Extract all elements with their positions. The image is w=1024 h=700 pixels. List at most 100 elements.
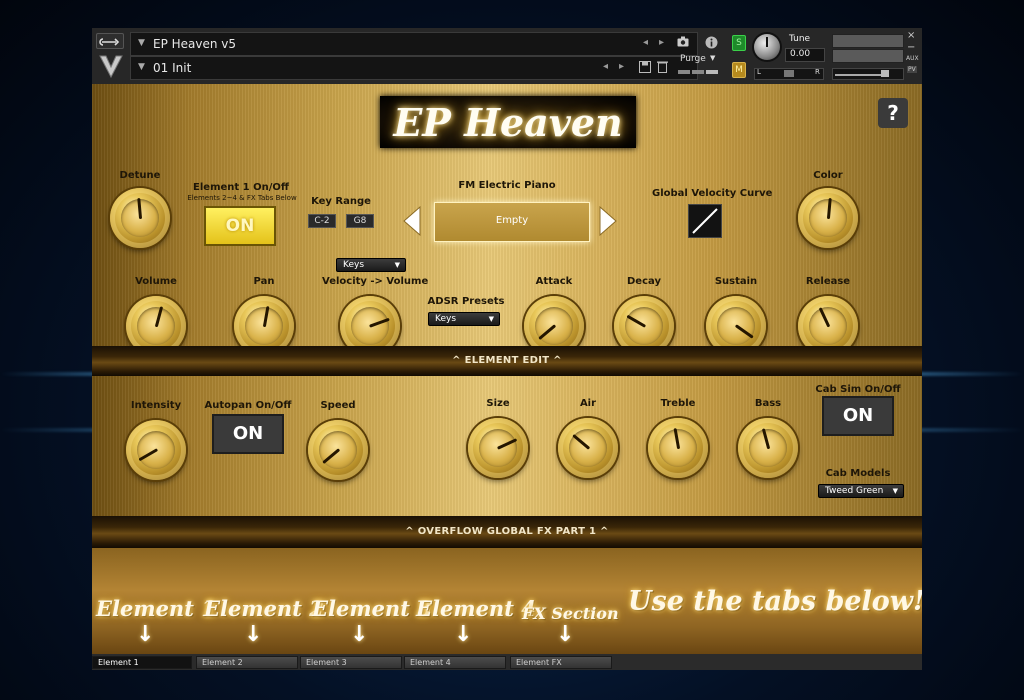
cab-models-dropdown[interactable]: Tweed Green ▼ — [818, 484, 904, 498]
intensity-knob[interactable] — [126, 420, 186, 480]
treble-knob[interactable] — [648, 418, 708, 478]
sustain-label: Sustain — [714, 276, 758, 287]
color-knob[interactable] — [798, 188, 858, 248]
cabsim-on-button[interactable]: ON — [822, 396, 894, 436]
wrench-icon[interactable] — [96, 33, 124, 49]
element1-label: Element 1 On/Off — [193, 182, 289, 193]
bass-knob[interactable] — [738, 418, 798, 478]
element-tab-bar: Element 1 Element 2 Element 3 Element 4 … — [92, 654, 922, 670]
logo-banner: EP Heaven — [380, 96, 636, 148]
snapshot-name: 01 Init — [153, 61, 192, 75]
speed-knob[interactable] — [308, 420, 368, 480]
key-range-low[interactable]: C-2 — [308, 214, 336, 228]
next-preset-arrow-icon[interactable] — [598, 205, 618, 240]
next-instrument-button[interactable]: ▸ — [659, 37, 664, 48]
level-meter-right — [832, 49, 904, 63]
volume-label: Volume — [135, 276, 177, 287]
instrument-name-field[interactable]: ▼ EP Heaven v5 ◂ ▸ — [130, 32, 698, 56]
plugin-window: ▼ EP Heaven v5 ◂ ▸ ▼ 01 Init ◂ ▸ Purge ▼ — [92, 28, 922, 670]
caret-down-icon: ▼ — [394, 261, 400, 269]
hint-element4: Element 4 — [416, 596, 536, 621]
preset-selector[interactable]: Empty — [434, 202, 590, 242]
air-label: Air — [579, 398, 597, 409]
intensity-label: Intensity — [130, 400, 182, 411]
tune-knob[interactable] — [754, 34, 780, 60]
pan-label: Pan — [253, 276, 275, 287]
down-arrow-icon: ↓ — [556, 622, 575, 647]
adsr-presets-dropdown[interactable]: Keys ▼ — [428, 312, 500, 326]
caret-down-icon: ▼ — [138, 62, 145, 72]
air-knob[interactable] — [558, 418, 618, 478]
overflow-fx-bar[interactable]: ^ OVERFLOW GLOBAL FX PART 1 ^ — [92, 516, 922, 548]
tab-element-1[interactable]: Element 1 — [92, 656, 192, 669]
cab-models-label: Cab Models — [825, 468, 891, 479]
down-arrow-icon: ↓ — [244, 622, 263, 647]
prev-snapshot-button[interactable]: ◂ — [603, 61, 608, 72]
tab-element-4[interactable]: Element 4 — [404, 656, 506, 669]
decay-label: Decay — [627, 276, 661, 287]
treble-label: Treble — [660, 398, 696, 409]
hint-element2: Element 2 — [204, 596, 324, 621]
preset-category-label: FM Electric Piano — [458, 180, 556, 191]
key-range-label: Key Range — [311, 196, 371, 207]
element-edit-label: ^ ELEMENT EDIT ^ — [452, 355, 562, 366]
prev-preset-arrow-icon[interactable] — [402, 205, 422, 240]
prev-instrument-button[interactable]: ◂ — [643, 37, 648, 48]
main-panel: EP Heaven ? Detune Element 1 On/Off Elem… — [92, 84, 922, 356]
tune-label: Tune — [789, 34, 811, 44]
solo-button[interactable]: S — [732, 35, 746, 51]
mute-button[interactable]: M — [732, 62, 746, 78]
caret-down-icon: ▼ — [138, 38, 145, 48]
aux-button[interactable]: AUX — [906, 55, 919, 62]
caret-down-icon: ▼ — [488, 315, 494, 323]
tabs-hint-area: Element 1 Element 2 Element 3 Element 4 … — [92, 548, 922, 654]
logo-text: EP Heaven — [393, 100, 623, 145]
logo-icon — [98, 53, 124, 79]
minimize-icon[interactable]: − — [907, 42, 915, 53]
next-snapshot-button[interactable]: ▸ — [619, 61, 624, 72]
velocity-keys-dropdown[interactable]: Keys ▼ — [336, 258, 406, 272]
instrument-name: EP Heaven v5 — [153, 37, 237, 51]
down-arrow-icon: ↓ — [454, 622, 473, 647]
color-label: Color — [813, 170, 843, 181]
detune-knob[interactable] — [110, 188, 170, 248]
autopan-on-button[interactable]: ON — [212, 414, 284, 454]
adsr-presets-label: ADSR Presets — [427, 296, 505, 307]
voice-meter — [678, 70, 718, 74]
key-range-high[interactable]: G8 — [346, 214, 374, 228]
overflow-fx-label: ^ OVERFLOW GLOBAL FX PART 1 ^ — [405, 526, 609, 537]
attack-label: Attack — [535, 276, 573, 287]
global-velocity-label: Global Velocity Curve — [652, 188, 773, 199]
preset-value: Empty — [495, 215, 529, 226]
help-button[interactable]: ? — [878, 98, 908, 128]
level-meter-left — [832, 34, 904, 48]
tab-element-fx[interactable]: Element FX — [510, 656, 612, 669]
camera-icon[interactable] — [677, 36, 689, 50]
volume-slider[interactable] — [832, 68, 904, 80]
element1-on-button[interactable]: ON — [204, 206, 276, 246]
snapshot-name-field[interactable]: ▼ 01 Init ◂ ▸ — [130, 56, 698, 80]
save-icon[interactable] — [639, 61, 651, 76]
tune-value-field[interactable]: 0.00 — [785, 48, 825, 62]
velocity-volume-label: Velocity -> Volume — [322, 276, 429, 287]
element-edit-bar[interactable]: ^ ELEMENT EDIT ^ — [92, 346, 922, 376]
tab-element-2[interactable]: Element 2 — [196, 656, 298, 669]
velocity-curve-button[interactable] — [688, 204, 722, 238]
pv-button[interactable]: PV — [907, 66, 917, 73]
info-icon[interactable] — [705, 36, 718, 52]
element1-sublabel: Elements 2~4 & FX Tabs Below — [187, 194, 297, 202]
down-arrow-icon: ↓ — [136, 622, 155, 647]
caret-down-icon: ▼ — [710, 54, 716, 62]
tab-element-3[interactable]: Element 3 — [300, 656, 402, 669]
purge-dropdown[interactable]: Purge — [680, 54, 706, 64]
down-arrow-icon: ↓ — [350, 622, 369, 647]
pan-slider[interactable]: L R — [754, 68, 824, 80]
size-knob[interactable] — [468, 418, 528, 478]
trash-icon[interactable] — [657, 60, 668, 76]
bass-label: Bass — [754, 398, 782, 409]
close-icon[interactable]: × — [907, 30, 915, 41]
hint-use-tabs: Use the tabs below! — [628, 586, 922, 617]
speed-label: Speed — [320, 400, 356, 411]
size-label: Size — [486, 398, 510, 409]
release-label: Release — [805, 276, 851, 287]
